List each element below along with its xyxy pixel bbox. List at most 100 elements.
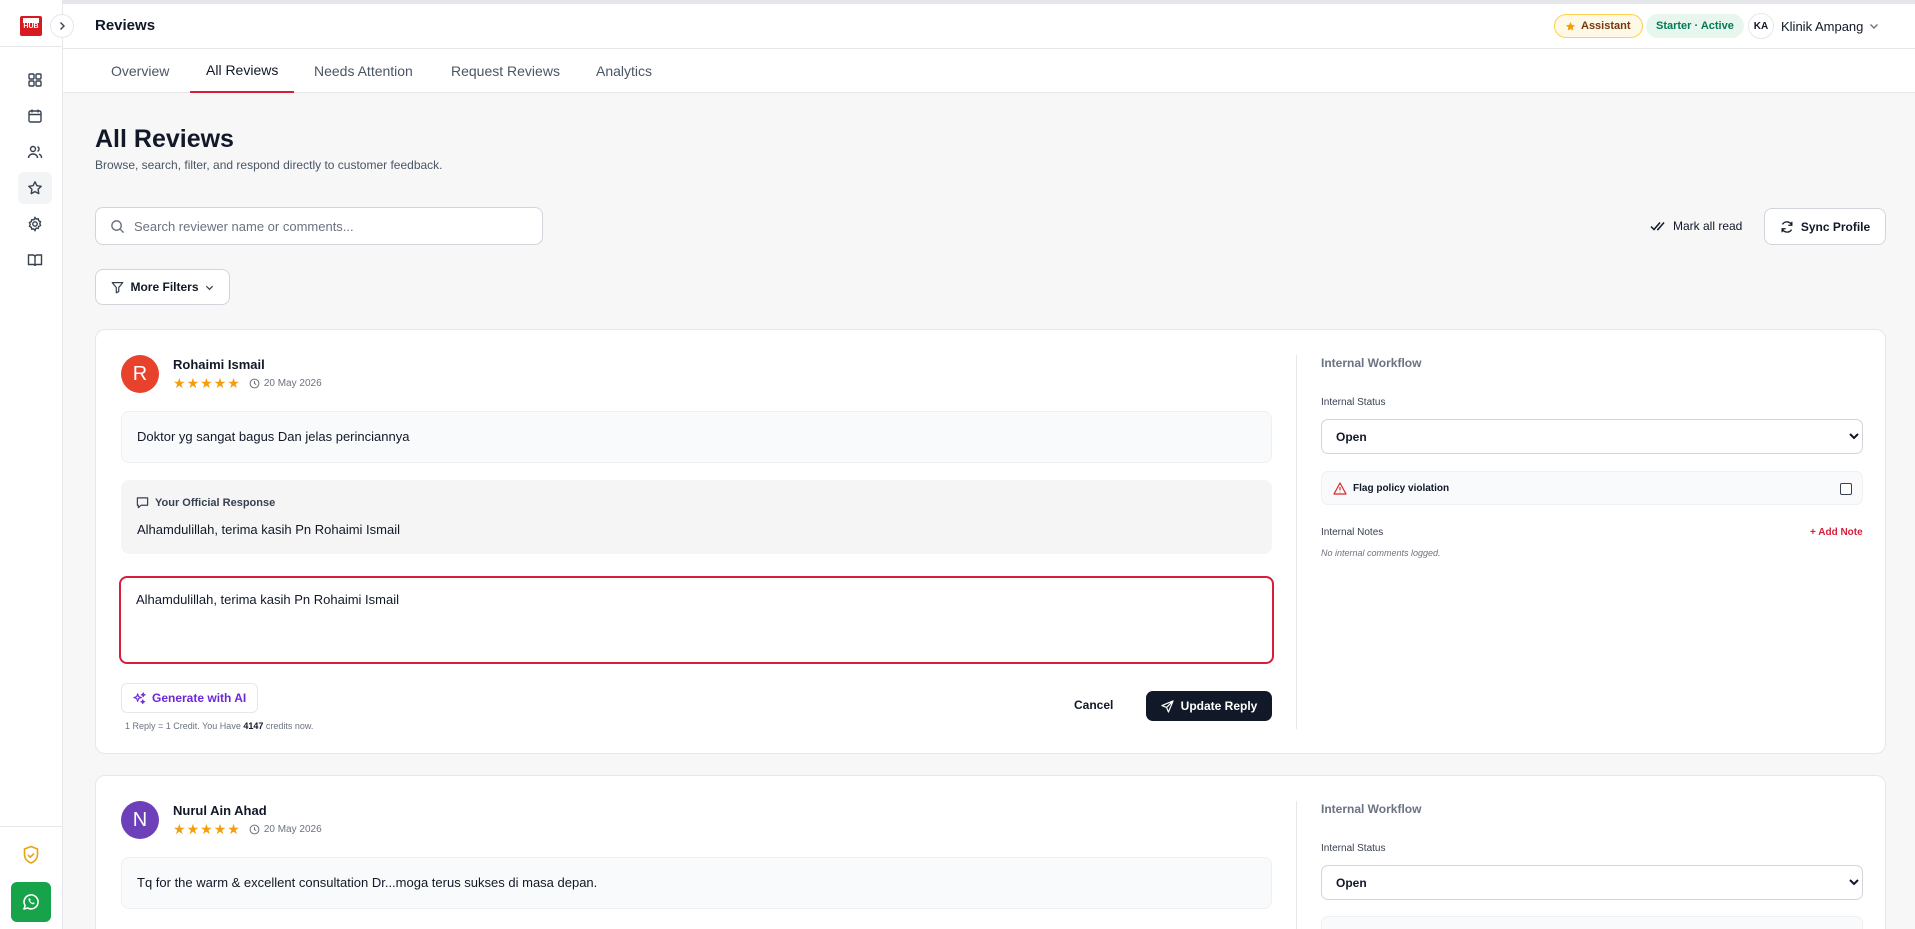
internal-status-select[interactable]: Open — [1321, 865, 1863, 900]
flag-policy-label: Flag policy violation — [1353, 483, 1450, 494]
sidebar-expand-button[interactable] — [50, 14, 74, 38]
no-notes-text: No internal comments logged. — [1321, 548, 1441, 558]
message-icon — [136, 497, 149, 509]
star-rating-icon: ★ — [200, 821, 213, 837]
whatsapp-button[interactable] — [11, 882, 51, 922]
plan-badge: Starter · Active — [1646, 14, 1744, 38]
flag-policy-row[interactable] — [1321, 916, 1863, 929]
star-icon — [28, 181, 42, 195]
filter-icon — [112, 281, 124, 293]
flag-policy-checkbox[interactable] — [1840, 483, 1852, 495]
reviewer-name: Rohaimi Ismail — [173, 357, 265, 372]
internal-status-label: Internal Status — [1321, 843, 1386, 854]
star-rating-icon: ★ — [213, 375, 227, 391]
official-response-title: Your Official Response — [155, 496, 276, 509]
sidebar-item-dashboard[interactable] — [18, 64, 52, 96]
review-date-text: 20 May 2026 — [263, 377, 322, 389]
top-header: Reviews Assistant Starter · Active KA Kl… — [63, 0, 1915, 49]
sidebar-item-calendar[interactable] — [18, 100, 52, 132]
update-reply-label: Update Reply — [1180, 699, 1258, 713]
sidebar-item-settings[interactable] — [18, 208, 52, 240]
header-title: Reviews — [95, 17, 156, 34]
generate-ai-button[interactable]: Generate with AI — [121, 683, 259, 713]
sidebar-item-guide[interactable] — [18, 244, 52, 276]
credits-suffix: credits now. — [265, 721, 314, 731]
official-response-heading: Your Official Response — [136, 496, 275, 509]
assistant-label: Assistant — [1581, 20, 1631, 32]
star-rating-icon: ★ — [186, 375, 200, 391]
avatar: R — [121, 355, 159, 393]
credits-count: 4147 — [243, 721, 264, 731]
star-rating-icon: ★ — [227, 821, 240, 837]
reply-textarea[interactable]: Alhamdulillah, terima kasih Pn Rohaimi I… — [119, 576, 1274, 664]
chevron-down-icon — [205, 285, 213, 290]
refresh-icon — [1781, 220, 1793, 233]
tab-request-reviews[interactable]: Request Reviews — [435, 49, 576, 93]
review-meta: ★ ★ ★ ★ ★ 20 May 2026 — [173, 376, 322, 390]
tab-analytics[interactable]: Analytics — [580, 49, 668, 93]
search-input[interactable] — [134, 208, 534, 244]
account-avatar[interactable]: KA — [1748, 13, 1774, 39]
chevron-down-icon[interactable] — [1869, 21, 1879, 31]
account-name[interactable]: Klinik Ampang — [1781, 19, 1863, 34]
tab-needs-attention[interactable]: Needs Attention — [298, 49, 429, 93]
assistant-badge[interactable]: Assistant — [1554, 14, 1643, 38]
avatar: N — [121, 801, 159, 839]
sync-profile-button[interactable]: Sync Profile — [1764, 208, 1886, 245]
book-icon — [27, 254, 43, 267]
add-note-button[interactable]: + Add Note — [1810, 527, 1863, 538]
review-meta: ★ ★ ★ ★ ★ 20 May 2026 — [173, 822, 322, 836]
sidebar-item-reviews[interactable] — [18, 172, 52, 204]
workflow-title: Internal Workflow — [1321, 356, 1422, 370]
cancel-button[interactable]: Cancel — [1074, 698, 1113, 712]
star-rating-icon: ★ — [213, 821, 227, 837]
star-rating-icon: ★ — [173, 375, 186, 391]
warning-icon — [1333, 482, 1347, 495]
official-response: Your Official Response Alhamdulillah, te… — [121, 480, 1272, 554]
dashboard-icon — [28, 73, 42, 87]
page-subtitle: Browse, search, filter, and respond dire… — [95, 158, 443, 172]
shield-check-icon[interactable] — [20, 844, 42, 871]
internal-status-select[interactable]: Open — [1321, 419, 1863, 454]
sidebar-nav — [0, 64, 63, 280]
clock-icon — [249, 824, 260, 834]
review-date-text: 20 May 2026 — [263, 823, 322, 835]
card-divider — [1296, 355, 1297, 729]
card-divider — [1296, 801, 1297, 929]
chevron-right-icon — [60, 22, 65, 30]
review-date: 20 May 2026 — [249, 378, 322, 389]
review-comment-text: Tq for the warm & excellent consultation… — [137, 875, 598, 890]
sidebar: HUB — [0, 0, 63, 929]
star-rating-icon: ★ — [186, 821, 200, 837]
update-reply-button[interactable]: Update Reply — [1146, 691, 1272, 721]
mark-all-read-label: Mark all read — [1673, 219, 1743, 233]
clock-icon — [249, 378, 260, 388]
more-filters-label: More Filters — [130, 280, 199, 294]
internal-status-label: Internal Status — [1321, 397, 1386, 408]
internal-notes-label: Internal Notes — [1321, 527, 1384, 538]
flag-policy-row[interactable]: Flag policy violation — [1321, 471, 1863, 505]
sparkles-icon — [133, 691, 146, 704]
mark-all-read-button[interactable]: Mark all read — [1640, 207, 1752, 245]
sync-profile-label: Sync Profile — [1800, 219, 1871, 234]
review-card: R Rohaimi Ismail ★ ★ ★ ★ ★ 20 May 2026 D… — [95, 329, 1886, 754]
generate-ai-label: Generate with AI — [152, 691, 247, 705]
logo-text: HUB — [23, 23, 39, 30]
star-rating-icon: ★ — [227, 375, 240, 391]
credits-info: 1 Reply = 1 Credit. You Have 4147 credit… — [125, 721, 313, 731]
star-icon — [1566, 21, 1575, 31]
send-icon — [1160, 699, 1174, 713]
tab-overview[interactable]: Overview — [95, 49, 185, 93]
sidebar-bottom-divider — [0, 826, 63, 827]
tab-all-reviews[interactable]: All Reviews — [190, 49, 295, 93]
review-comment-text: Doktor yg sangat bagus Dan jelas perinci… — [137, 429, 410, 444]
credits-prefix: 1 Reply = 1 Credit. You Have — [125, 721, 241, 731]
gear-icon — [28, 216, 42, 232]
sidebar-item-users[interactable] — [18, 136, 52, 168]
search-box — [95, 207, 543, 245]
app-logo[interactable]: HUB — [20, 16, 42, 36]
search-icon — [111, 220, 125, 234]
page-title: All Reviews — [95, 125, 234, 153]
more-filters-button[interactable]: More Filters — [95, 269, 230, 305]
official-response-text: Alhamdulillah, terima kasih Pn Rohaimi I… — [137, 522, 400, 537]
